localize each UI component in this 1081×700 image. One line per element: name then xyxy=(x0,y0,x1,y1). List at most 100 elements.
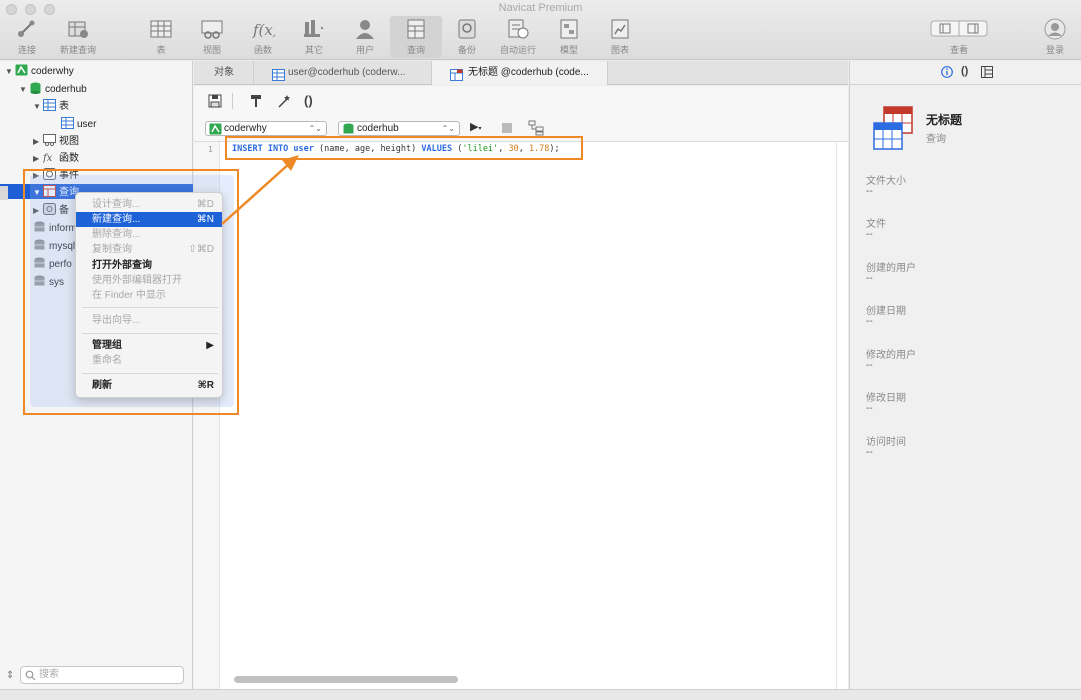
toolbar-new-query-button[interactable]: 新建查询 xyxy=(52,16,104,58)
model-icon xyxy=(557,18,581,40)
tab-objects[interactable]: 对象 xyxy=(194,61,254,85)
query-icon xyxy=(404,18,428,40)
run-icon[interactable]: ▶▾ xyxy=(470,120,481,133)
info-panel-header: () xyxy=(850,61,1081,85)
prop-label-created-user: 创建的用户 xyxy=(866,263,916,274)
sidebar-search-input[interactable]: 搜索 xyxy=(20,666,184,684)
prop-value-created-date: -- xyxy=(866,316,873,327)
app-window: Navicat Premium 连接 新建查询 表 视图 f(x) 函数 其它 … xyxy=(0,0,1081,700)
database-icon xyxy=(29,82,42,94)
tree-item-views-folder[interactable]: ▶ 视图 xyxy=(33,133,79,150)
stop-icon[interactable] xyxy=(502,123,512,133)
sort-updown-icon[interactable]: ⇕ xyxy=(6,670,14,681)
prop-label-access-time: 访问时间 xyxy=(866,437,906,448)
tree-item-functions-folder[interactable]: ▶ fx 函数 xyxy=(33,150,79,167)
prop-value-file-size: -- xyxy=(866,186,873,197)
tab-bar: 对象 user@coderhub (coderw... 无标题 @coderhu… xyxy=(194,61,848,85)
info-subtitle: 查询 xyxy=(926,134,946,145)
toolbar-automation-button[interactable]: 自动运行 xyxy=(492,16,544,58)
database-select[interactable]: coderhub ⌃⌄ xyxy=(338,121,460,136)
sql-editor[interactable]: 1 INSERT INTO user (name, age, height) V… xyxy=(194,142,848,689)
other-icon xyxy=(302,18,326,40)
chart-icon xyxy=(608,18,632,40)
prop-value-modified-date: -- xyxy=(866,403,873,414)
code-snippet-icon[interactable]: () xyxy=(304,94,320,108)
toolbar-query-button[interactable]: 查询 xyxy=(390,16,442,58)
sidebar-gutter-mark xyxy=(0,186,8,200)
database-icon xyxy=(342,123,355,135)
svg-text:f(x): f(x) xyxy=(252,21,275,39)
beautify-sql-icon[interactable] xyxy=(248,94,264,108)
prop-label-created-date: 创建日期 xyxy=(866,306,906,317)
horizontal-scrollbar[interactable] xyxy=(234,676,458,683)
prop-label-modified-user: 修改的用户 xyxy=(866,350,916,361)
toolbar-view-button[interactable]: 视图 xyxy=(186,16,238,58)
new-query-icon xyxy=(66,18,90,40)
info-icon[interactable] xyxy=(941,66,953,81)
login-icon xyxy=(1043,18,1067,40)
backup-icon xyxy=(455,18,479,40)
bottom-status-strip xyxy=(0,689,1081,700)
toolbar-table-button[interactable]: 表 xyxy=(135,16,187,58)
query-icon xyxy=(450,67,463,81)
line-number: 1 xyxy=(208,145,213,154)
function-icon: f(x) xyxy=(251,18,279,40)
table-icon xyxy=(61,117,74,129)
query-large-icon xyxy=(872,105,914,154)
toolbar-user-button[interactable]: 用户 xyxy=(339,16,391,58)
ddl-icon[interactable]: () xyxy=(961,65,968,77)
prop-value-created-user: -- xyxy=(866,273,873,284)
prop-label-modified-date: 修改日期 xyxy=(866,393,906,404)
table-folder-icon xyxy=(43,99,56,111)
connection-leaf-icon xyxy=(15,64,28,76)
query-editor-toolbar: () coderwhy ⌃⌄ coderhub ⌃⌄ ▶▾ xyxy=(194,86,848,142)
search-icon xyxy=(25,670,36,681)
preview-grid-icon[interactable] xyxy=(981,66,993,81)
toolbar: Navicat Premium 连接 新建查询 表 视图 f(x) 函数 其它 … xyxy=(0,0,1081,60)
tab-untitled-query[interactable]: 无标题 @coderhub (code... xyxy=(432,61,608,85)
window-title: Navicat Premium xyxy=(498,2,583,14)
toolbar-connection-button[interactable]: 连接 xyxy=(1,16,53,58)
tree-item-database-coderhub[interactable]: ▼ coderhub xyxy=(19,81,87,98)
save-icon[interactable] xyxy=(207,94,223,108)
toolbar-login-button[interactable]: 登录 xyxy=(1029,16,1081,58)
toolbar-divider xyxy=(232,93,233,109)
chevron-updown-icon: ⌃⌄ xyxy=(308,124,322,133)
automation-icon xyxy=(506,18,530,40)
collapse-triangle-icon[interactable]: ▶ xyxy=(33,150,43,167)
toolbar-model-button[interactable]: 模型 xyxy=(543,16,595,58)
user-icon xyxy=(353,18,377,40)
connection-icon xyxy=(15,18,39,40)
prop-value-modified-user: -- xyxy=(866,360,873,371)
table-icon xyxy=(149,18,173,40)
connection-leaf-icon xyxy=(209,123,222,135)
svg-text:fx: fx xyxy=(43,153,53,163)
tree-item-table-user[interactable]: user xyxy=(61,116,96,133)
annotation-box-sql-line xyxy=(225,136,583,160)
tab-user-table[interactable]: user@coderhub (coderw... xyxy=(254,61,432,85)
toolbar-view-toggle-button[interactable]: 查看 xyxy=(926,16,992,58)
info-panel: () 无标题 查询 文件大小 -- 文件 -- 创建的用户 -- 创建日期 --… xyxy=(849,61,1081,689)
expand-triangle-icon[interactable]: ▼ xyxy=(33,98,43,115)
prop-value-access-time: -- xyxy=(866,447,873,458)
view-folder-icon xyxy=(43,134,56,147)
prop-value-file: -- xyxy=(866,229,873,240)
connection-select[interactable]: coderwhy ⌃⌄ xyxy=(205,121,327,136)
expand-triangle-icon[interactable]: ▼ xyxy=(5,63,15,80)
info-title: 无标题 xyxy=(926,113,963,127)
editor-right-margin xyxy=(836,142,837,689)
annotation-box-context-menu xyxy=(23,169,239,415)
chevron-updown-icon: ⌃⌄ xyxy=(441,124,455,133)
toolbar-backup-button[interactable]: 备份 xyxy=(441,16,493,58)
magic-wand-icon[interactable] xyxy=(276,94,292,108)
view-toggle-icon xyxy=(930,18,988,40)
toolbar-other-button[interactable]: 其它 xyxy=(288,16,340,58)
toolbar-function-button[interactable]: f(x) 函数 xyxy=(237,16,289,58)
toolbar-chart-button[interactable]: 图表 xyxy=(594,16,646,58)
view-icon xyxy=(200,18,224,40)
function-folder-icon: fx xyxy=(42,151,56,164)
tree-item-connection[interactable]: ▼ coderwhy xyxy=(5,63,74,80)
expand-triangle-icon[interactable]: ▼ xyxy=(19,81,29,98)
collapse-triangle-icon[interactable]: ▶ xyxy=(33,133,43,150)
tree-item-tables-folder[interactable]: ▼ 表 xyxy=(33,98,69,115)
